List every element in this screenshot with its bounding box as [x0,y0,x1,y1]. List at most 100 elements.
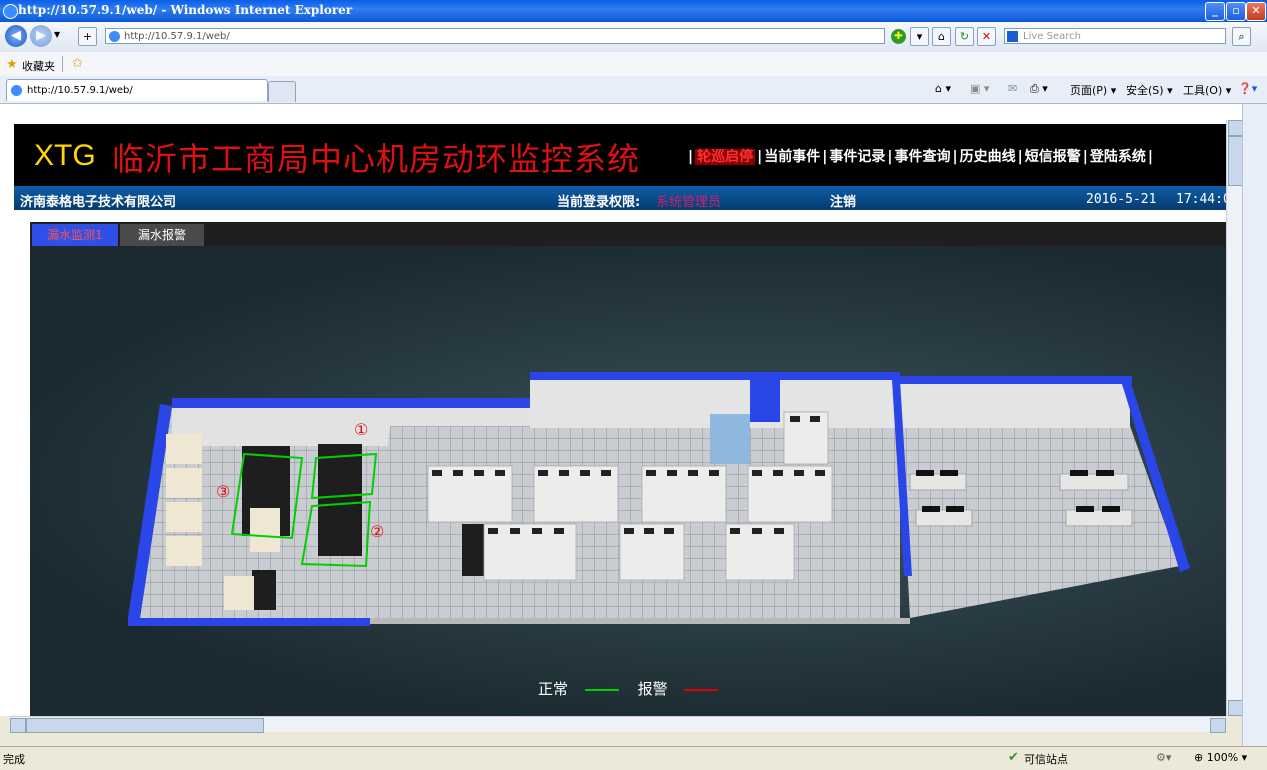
outer-vertical-scrollbar[interactable] [1242,104,1267,746]
front-edge [370,618,910,624]
login-role-label: 当前登录权限: [557,195,641,210]
ups-2 [166,468,202,498]
browser-tab-active[interactable]: http://10.57.9.1/web/ [6,79,268,101]
favorites-label[interactable]: 收藏夹 [22,58,55,74]
rss-icon[interactable]: ⌂ [932,27,951,46]
favorites-bar: ★ 收藏夹 ✩ [0,52,1267,77]
legend-alarm-label: 报警 [637,680,668,698]
floor-plan-svg [128,372,1190,626]
status-bar: 完成 ✔ 可信站点 ⚙▾ ⊕ 100% ▾ [0,746,1267,770]
menu-current-events[interactable]: 当前事件 [764,149,820,165]
menu-history-curve[interactable]: 历史曲线 [960,149,1016,165]
address-input[interactable]: http://10.57.9.1/web/ [105,28,885,44]
feeds-icon[interactable]: ▣ ▾ [970,82,989,95]
tab-strip: http://10.57.9.1/web/ ⌂ ▾ ▣ ▾ ✉ ⎙ ▾ 页面(P… [0,76,1267,104]
zoom-control[interactable]: ⊕ 100% ▾ [1194,751,1247,764]
history-dropdown-icon[interactable]: ▼ [54,30,60,39]
ups-5 [224,576,254,610]
rack-4 [252,570,276,610]
horizontal-scrollbar[interactable] [10,716,1226,733]
page-menu[interactable]: 页面(P) ▾ [1070,82,1116,98]
vertical-scrollbar[interactable] [1226,120,1243,716]
menu-patrol-toggle[interactable]: 轮巡启停 [695,149,756,165]
zoom-level: 100% [1206,751,1239,764]
ups-1 [166,434,202,464]
mail-icon[interactable]: ✉ [1008,82,1017,95]
menu-login[interactable]: 登陆系统 [1090,149,1146,165]
monitor-tabs: 漏水监测1 漏水报警 [30,222,1226,246]
tools-menu-label: 工具(O) [1183,84,1223,97]
back-button[interactable]: ◀ [5,25,27,47]
legend-normal-line [584,688,619,691]
close-button[interactable]: ✕ [1246,2,1266,21]
left-room-wall-bottom [128,618,370,626]
floor-plan-view: ① ② ③ 正常 报警 [30,246,1226,716]
page-menu-label: 页面(P) [1070,84,1108,97]
home-icon[interactable]: ⌂ ▾ [935,82,951,95]
logout-link[interactable]: 注销 [830,191,856,210]
ie-logo-icon [3,4,18,19]
rack-2 [318,444,362,556]
zone-label-3: ③ [216,482,231,501]
ups-6 [250,508,280,552]
wall-pillar [750,372,780,422]
print-icon[interactable]: ⎙ ▾ [1030,82,1048,96]
left-margin [14,222,31,716]
separator [62,56,63,72]
app-logo: XTG [34,139,96,172]
ac-unit [710,414,750,464]
maximize-button[interactable]: ▫ [1226,2,1246,21]
zone-label-2: ② [370,522,385,541]
search-placeholder: Live Search [1023,31,1081,42]
tab-leak-monitor-1[interactable]: 漏水监测1 [32,224,118,246]
zone-label-1: ① [354,420,369,439]
zone-label[interactable]: 可信站点 [1024,751,1068,767]
ups-3 [166,502,202,532]
protected-mode-icon[interactable]: ⚙▾ [1156,751,1171,764]
add-page-icon[interactable]: + [78,27,97,46]
menu-event-query[interactable]: 事件查询 [895,149,951,165]
address-dropdown-icon[interactable]: ▾ [910,27,929,46]
left-room-wall-top [172,398,540,408]
scroll-left-button[interactable] [10,718,26,733]
page-icon [109,31,120,42]
tab-title: http://10.57.9.1/web/ [27,85,133,96]
info-bar: 济南泰格电子技术有限公司 当前登录权限: 系统管理员 注销 2016-5-21 … [14,186,1226,210]
middle-room-wall-top [530,372,900,380]
trusted-zone-icon: ✔ [1008,750,1019,765]
main-menu: | 轮巡启停 | 当前事件 | 事件记录 | 事件查询 | 历史曲线 | 短信报警 | 登陆系统 | [688,149,1153,165]
tab-page-icon [11,85,22,96]
scroll-up-button[interactable] [1228,120,1243,136]
new-tab-button[interactable] [268,81,296,102]
current-time: 17:44:0 [1176,192,1226,207]
address-text: http://10.57.9.1/web/ [124,31,230,42]
scroll-thumb[interactable] [1228,136,1243,186]
stop-icon[interactable]: ✕ [977,27,996,46]
forward-button[interactable]: ▶ [30,25,52,47]
window-title-bar: http://10.57.9.1/web/ - Windows Internet… [0,0,1267,22]
menu-event-log[interactable]: 事件记录 [829,149,885,165]
scroll-right-button[interactable] [1210,718,1226,733]
refresh-icon[interactable]: ↻ [955,27,974,46]
hscroll-thumb[interactable] [26,718,264,733]
legend-normal-label: 正常 [538,680,569,698]
rack-3 [462,524,484,576]
live-search-icon [1007,31,1018,42]
login-role-value: 系统管理员 [656,195,722,210]
add-favorite-icon[interactable]: ✩ [72,56,83,71]
tools-menu[interactable]: 工具(O) ▾ [1183,82,1231,98]
search-input[interactable]: Live Search [1004,28,1226,44]
scroll-down-button[interactable] [1228,700,1243,716]
compatibility-icon[interactable]: ✚ [891,29,906,44]
company-name: 济南泰格电子技术有限公司 [20,195,177,210]
help-icon[interactable]: ❓▾ [1238,82,1257,95]
status-text: 完成 [3,753,25,766]
app-header: XTG 临沂市工商局中心机房动环监控系统 | 轮巡启停 | 当前事件 | 事件记录 | 事件查… [14,124,1226,186]
legend: 正常 报警 [538,678,719,699]
favorites-star-icon[interactable]: ★ [6,57,18,72]
minimize-button[interactable]: _ [1205,2,1225,21]
search-icon[interactable]: ⌕ [1232,27,1251,46]
menu-sms-alarm[interactable]: 短信报警 [1025,149,1081,165]
safety-menu[interactable]: 安全(S) ▾ [1126,82,1173,98]
tab-leak-alarm[interactable]: 漏水报警 [120,224,204,246]
